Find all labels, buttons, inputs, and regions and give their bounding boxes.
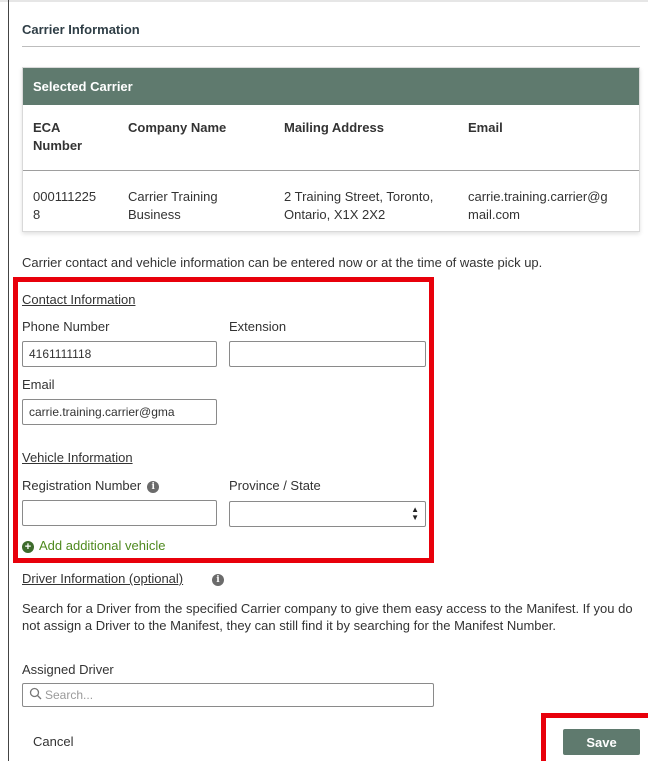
driver-search-input[interactable]: Search... [22, 683, 434, 707]
email-label: Email [22, 377, 55, 392]
selected-carrier-card: Selected Carrier ECA Number Company Name… [22, 67, 640, 232]
driver-description: Search for a Driver from the specified C… [22, 601, 633, 633]
extension-label: Extension [229, 319, 287, 334]
phone-number-label: Phone Number [22, 319, 110, 334]
column-header-address: Mailing Address [284, 120, 384, 135]
section-title: Carrier Information [22, 22, 140, 37]
extension-input[interactable] [229, 341, 426, 367]
cell-email: carrie.training.carrier@g mail.com [468, 189, 608, 222]
intro-text: Carrier contact and vehicle information … [22, 255, 543, 270]
save-button[interactable]: Save [563, 729, 640, 755]
cell-eca-number: 000111225 8 [33, 189, 97, 222]
registration-number-input[interactable] [22, 500, 217, 526]
phone-number-input[interactable]: 4161111118 [22, 341, 217, 367]
table-header-divider [23, 170, 639, 171]
add-additional-vehicle-link[interactable]: + Add additional vehicle [22, 538, 165, 553]
title-divider [22, 46, 640, 47]
window-left-edge [8, 0, 9, 761]
select-arrows-icon: ▲ ▼ [411, 505, 419, 522]
column-header-email: Email [468, 120, 503, 135]
email-input[interactable]: carrie.training.carrier@gma [22, 399, 217, 425]
plus-circle-icon: + [22, 540, 34, 553]
cell-mailing-address: 2 Training Street, Toronto, Ontario, X1X… [284, 189, 434, 222]
province-state-select[interactable]: ▲ ▼ [229, 501, 426, 527]
vehicle-information-heading: Vehicle Information [22, 450, 133, 465]
selected-carrier-header: Selected Carrier [23, 68, 639, 105]
contact-information-heading: Contact Information [22, 292, 136, 307]
province-state-label: Province / State [229, 478, 321, 493]
search-placeholder: Search... [45, 688, 94, 702]
driver-info-icon[interactable]: i [212, 574, 224, 586]
registration-number-label: Registration Number i [22, 478, 160, 493]
assigned-driver-label: Assigned Driver [22, 662, 114, 677]
column-header-company: Company Name [128, 120, 227, 135]
window-top-edge [0, 0, 648, 2]
info-icon[interactable]: i [147, 480, 160, 493]
search-icon [29, 687, 42, 700]
cancel-button[interactable]: Cancel [33, 734, 73, 749]
cell-company-name: Carrier Training Business [128, 189, 218, 222]
column-header-eca: ECA Number [33, 120, 83, 153]
driver-information-heading: Driver Information (optional) [22, 571, 184, 586]
